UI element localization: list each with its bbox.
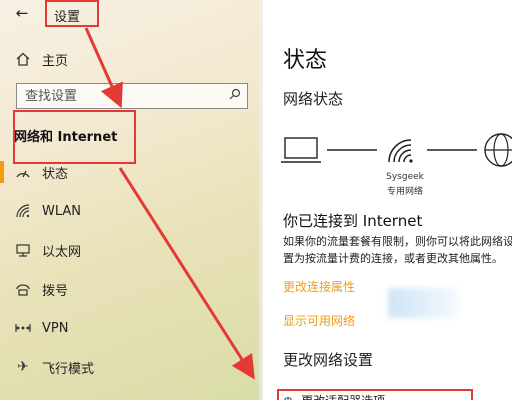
sidebar-item-ethernet[interactable]: 以太网 [0,235,255,265]
connection-status-title: 你已连接到 Internet [283,212,423,230]
vpn-icon [14,319,32,337]
main-content: 状态 网络状态 Sysgeek 专用网络 你已连接到 Internet 如果你的… [263,0,512,400]
wifi-router-icon [388,139,413,163]
sidebar-item-label: 主页 [42,53,69,69]
sidebar-item-label: 飞行模式 [42,361,95,377]
sidebar-item-label: 拨号 [42,283,69,299]
page-title: 状态 [283,48,328,73]
network-status-heading: 网络状态 [283,90,344,108]
home-icon [14,50,32,68]
back-arrow-icon[interactable]: ← [12,3,32,23]
sidebar-item-label: 状态 [42,166,69,182]
dialup-icon [14,280,32,298]
globe-icon [484,133,512,167]
show-available-networks-link[interactable]: 显示可用网络 [283,312,355,329]
connection-description: 如果你的流量套餐有限制，则你可以将此网络设置为按流量计费的连接，或者更改其他属性… [283,235,512,265]
sidebar: ← 设置 主页 网络和 Internet 状态 WLAN 以太网 [0,0,263,400]
search-input[interactable] [25,88,215,104]
watermark-blur [388,288,458,318]
sidebar-item-label: 以太网 [42,244,82,260]
status-icon [14,163,32,181]
sidebar-item-dialup[interactable]: 拨号 [0,274,255,304]
sidebar-item-wlan[interactable]: WLAN [0,196,255,226]
computer-icon [281,137,321,163]
sidebar-item-home[interactable]: 主页 [0,44,255,74]
change-network-settings-heading: 更改网络设置 [283,351,374,369]
change-connection-properties-link[interactable]: 更改连接属性 [283,278,355,295]
sidebar-item-label: VPN [42,320,69,336]
search-icon[interactable] [229,88,241,104]
sidebar-item-status[interactable]: 状态 [0,157,255,187]
ethernet-icon [14,241,32,259]
wifi-icon [14,202,32,220]
annotation-box-title [45,0,99,27]
annotation-box-adapter [277,389,473,400]
sidebar-item-airplane[interactable]: ✈ 飞行模式 [0,352,255,382]
network-type: 专用网络 [386,187,423,197]
search-box[interactable] [16,83,248,109]
network-name: Sysgeek [386,172,424,182]
sidebar-item-vpn[interactable]: VPN [0,313,255,343]
annotation-box-category [13,110,136,164]
sidebar-item-label: WLAN [42,203,82,219]
airplane-icon: ✈ [17,359,29,375]
